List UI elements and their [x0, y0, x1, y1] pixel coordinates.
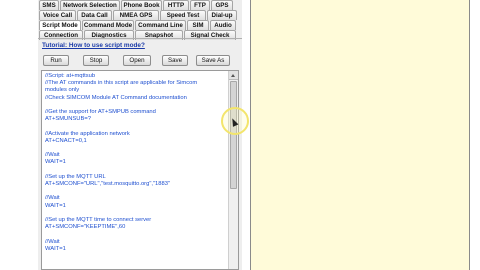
- script-line: //Get the support for AT+SMPUB command: [45, 109, 156, 115]
- tutorial-link[interactable]: Tutorial: How to use script mode?: [42, 42, 145, 49]
- tab-http[interactable]: HTTP: [163, 0, 189, 10]
- script-editor[interactable]: //Script: at+mqttsub//The AT commands in…: [41, 70, 239, 270]
- tab-script-mode[interactable]: Script Mode: [39, 20, 81, 30]
- script-line: WAIT=1: [45, 245, 66, 252]
- script-line: //Script: at+mqttsub: [45, 73, 96, 79]
- script-line: //Activate the application network: [45, 130, 130, 137]
- script-text[interactable]: //Script: at+mqttsub//The AT commands in…: [45, 73, 225, 253]
- tab-row-3: Script Mode Command Mode Command Line SI…: [38, 20, 242, 30]
- scroll-thumb[interactable]: [230, 81, 237, 189]
- script-line: [45, 167, 225, 174]
- tab-gps[interactable]: GPS: [211, 0, 233, 10]
- script-line: [45, 188, 225, 195]
- script-line: AT+SMUNSUB=?: [45, 116, 91, 123]
- script-line: modules only: [45, 87, 80, 94]
- output-panel[interactable]: [250, 0, 470, 270]
- script-line: AT+SMCONF="KEEPTIME",60: [45, 224, 126, 231]
- script-line: [45, 231, 225, 238]
- script-line: WAIT=1: [45, 159, 66, 166]
- editor-scrollbar[interactable]: [228, 71, 238, 269]
- open-button[interactable]: Open: [123, 55, 151, 66]
- tab-row-2: Voice Call Data Call NMEA GPS Speed Test…: [38, 10, 242, 20]
- tab-sms[interactable]: SMS: [39, 0, 59, 10]
- stop-button[interactable]: Stop: [83, 55, 109, 66]
- tab-phone-book[interactable]: Phone Book: [121, 0, 162, 10]
- run-button[interactable]: Run: [43, 55, 69, 66]
- tab-dial-up[interactable]: Dial-up: [207, 10, 237, 20]
- script-line: [45, 210, 225, 217]
- script-mode-panel: SMS Network Selection Phone Book HTTP FT…: [38, 0, 242, 270]
- script-line: AT+SMCONF="URL","test.mosquitto.org","18…: [45, 180, 171, 187]
- tab-divider: [38, 38, 242, 39]
- save-button[interactable]: Save: [162, 55, 188, 66]
- script-line: [45, 123, 225, 130]
- tab-speed-test[interactable]: Speed Test: [160, 10, 206, 20]
- script-line: //Set up the MQTT URL: [45, 173, 106, 180]
- tab-row-1: SMS Network Selection Phone Book HTTP FT…: [38, 0, 242, 10]
- tab-command-line[interactable]: Command Line: [135, 20, 186, 30]
- script-line: //Wait: [45, 152, 60, 159]
- tab-audio[interactable]: Audio: [210, 20, 236, 30]
- scroll-up-arrow-icon[interactable]: [229, 71, 238, 80]
- tab-command-mode[interactable]: Command Mode: [82, 20, 134, 30]
- tab-data-call[interactable]: Data Call: [77, 10, 112, 20]
- tab-network-selection[interactable]: Network Selection: [60, 0, 120, 10]
- script-line: WAIT=1: [45, 202, 66, 209]
- script-line: [45, 102, 225, 109]
- tab-sim[interactable]: SIM: [187, 20, 209, 30]
- script-line: //Set up the MQTT time to connect server: [45, 216, 152, 223]
- script-line: //Wait: [45, 238, 60, 245]
- tab-ftp[interactable]: FTP: [190, 0, 210, 10]
- script-line: //Wait: [45, 195, 60, 202]
- script-line: [45, 145, 225, 152]
- save-as-button[interactable]: Save As: [196, 55, 230, 66]
- tab-nmea-gps[interactable]: NMEA GPS: [113, 10, 159, 20]
- script-line: AT+CNACT=0,1: [45, 137, 87, 144]
- tab-voice-call[interactable]: Voice Call: [39, 10, 76, 20]
- script-line: //The AT commands in this script are app…: [45, 80, 198, 87]
- script-line: //Check SIMCOM Module AT Command documen…: [45, 94, 187, 101]
